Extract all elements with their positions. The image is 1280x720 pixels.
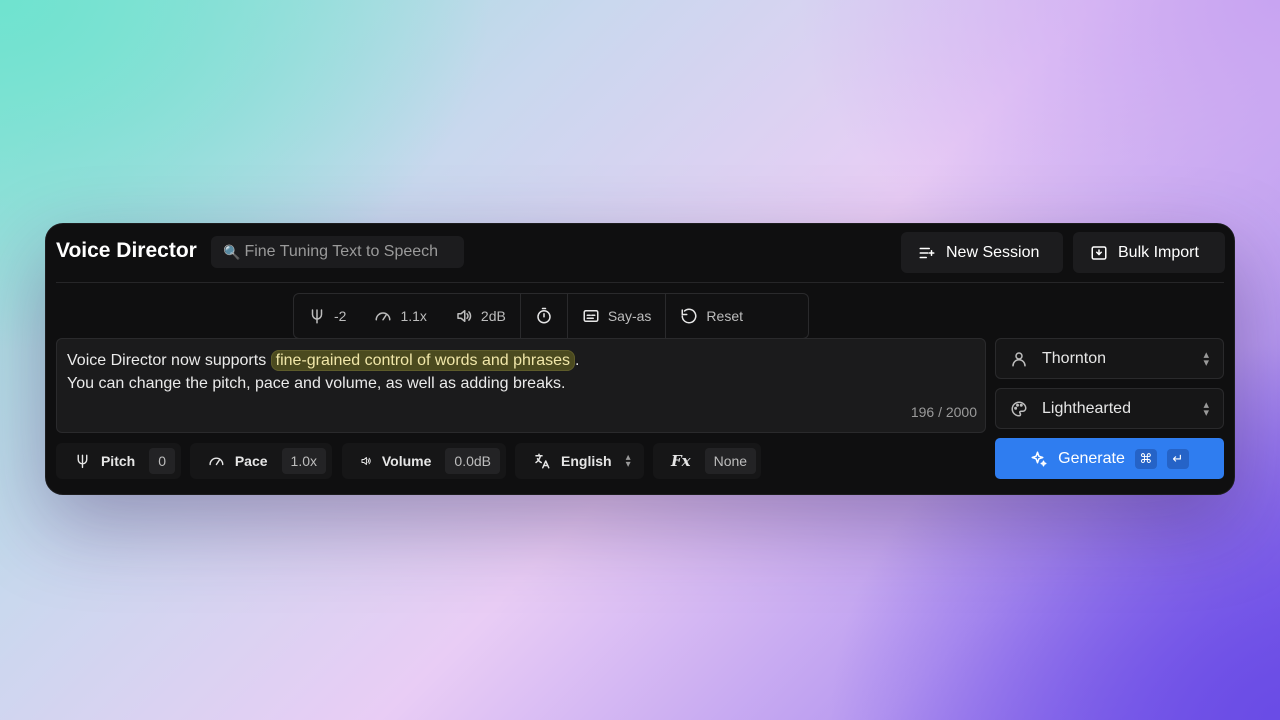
editor-text: Voice Director now supports <box>67 352 267 369</box>
say-as-icon <box>583 310 599 322</box>
user-icon <box>1012 351 1026 366</box>
timer-icon <box>537 307 551 324</box>
chevron-updown-icon: ▴ ▾ <box>1203 398 1209 419</box>
editor-line-1: Voice Director now supports fine-grained… <box>67 349 975 372</box>
new-session-icon <box>919 247 935 258</box>
generate-label: Generate <box>1058 449 1125 467</box>
generate-button[interactable]: Generate ⌘ ↵ <box>995 438 1224 479</box>
volume-label: Volume <box>381 453 432 469</box>
volume-control[interactable]: Volume 0.0dB <box>342 443 506 479</box>
new-session-label: New Session <box>946 243 1040 261</box>
toolbar-reset-button[interactable]: Reset <box>680 307 743 325</box>
bulk-import-label: Bulk Import <box>1118 243 1199 261</box>
volume-icon <box>361 457 371 465</box>
toolbar-pace-value: 1.1x <box>400 308 427 324</box>
fx-value[interactable]: None <box>704 448 757 474</box>
pitch-icon <box>311 309 323 324</box>
pitch-value[interactable]: 0 <box>149 448 175 474</box>
text-editor[interactable]: Voice Director now supports fine-grained… <box>56 338 986 433</box>
selection-toolbar: -2 1.1x 2dB Say-as Reset <box>293 293 809 339</box>
search-label: Fine Tuning Text to Speech <box>244 243 439 260</box>
search-icon: 🔍 <box>223 243 241 260</box>
toolbar-volume[interactable]: 2dB <box>455 307 506 325</box>
header-divider <box>56 282 1224 283</box>
pitch-label: Pitch <box>100 453 136 469</box>
toolbar-volume-value: 2dB <box>480 308 506 324</box>
voice-select-value: Thornton <box>1042 349 1107 367</box>
toolbar-pitch-value: -2 <box>334 308 347 324</box>
bulk-import-button[interactable]: Bulk Import <box>1073 232 1225 273</box>
chevron-updown-icon: ▴ ▾ <box>625 452 631 470</box>
sparkle-icon <box>1031 451 1047 466</box>
gauge-icon <box>209 457 224 466</box>
new-session-button[interactable]: New Session <box>901 232 1063 273</box>
character-count: 196 / 2000 <box>910 404 977 420</box>
search-pill[interactable]: 🔍 Fine Tuning Text to Speech <box>211 236 464 268</box>
gauge-icon <box>375 312 391 321</box>
import-icon <box>1091 245 1107 260</box>
highlighted-phrase[interactable]: fine-grained control of words and phrase… <box>270 350 576 371</box>
pitch-icon <box>77 454 88 469</box>
palette-icon <box>1011 400 1027 417</box>
enter-key: ↵ <box>1166 448 1189 469</box>
volume-icon <box>457 310 472 322</box>
app-title: Voice Director <box>56 239 197 262</box>
toolbar-pitch[interactable]: -2 <box>308 307 346 325</box>
toolbar-break-button[interactable] <box>535 307 553 325</box>
cmd-key: ⌘ <box>1134 448 1157 469</box>
reset-icon <box>681 308 697 324</box>
editor-line-2: You can change the pitch, pace and volum… <box>67 375 566 392</box>
header: Voice Director 🔍 Fine Tuning Text to Spe… <box>46 224 1234 282</box>
pitch-control[interactable]: Pitch 0 <box>56 443 181 479</box>
toolbar-reset-group: Reset <box>666 294 757 338</box>
language-label: English <box>561 453 612 469</box>
toolbar-break <box>521 294 568 338</box>
say-as-label: Say-as <box>607 308 652 324</box>
pace-value[interactable]: 1.0x <box>281 448 326 474</box>
tone-select[interactable]: Lighthearted ▴ ▾ <box>995 388 1224 429</box>
language-select[interactable]: English ▴ ▾ <box>515 443 644 479</box>
toolbar-pace[interactable]: 1.1x <box>374 307 427 325</box>
pace-control[interactable]: Pace 1.0x <box>190 443 332 479</box>
translate-icon <box>535 453 550 469</box>
tone-select-value: Lighthearted <box>1042 399 1131 417</box>
chevron-updown-icon: ▴ ▾ <box>1203 348 1209 369</box>
voice-director-panel: Voice Director 🔍 Fine Tuning Text to Spe… <box>45 223 1235 495</box>
toolbar-adjustments: -2 1.1x 2dB <box>294 294 521 338</box>
editor-text-suffix: . <box>575 352 580 369</box>
fx-icon: Fx <box>671 452 691 470</box>
toolbar-say-as-group: Say-as <box>568 294 667 338</box>
volume-value[interactable]: 0.0dB <box>445 448 500 474</box>
reset-label: Reset <box>706 308 743 324</box>
voice-select[interactable]: Thornton ▴ ▾ <box>995 338 1224 379</box>
pace-label: Pace <box>234 453 268 469</box>
fx-control[interactable]: Fx None <box>653 443 761 479</box>
toolbar-say-as-button[interactable]: Say-as <box>582 307 652 325</box>
